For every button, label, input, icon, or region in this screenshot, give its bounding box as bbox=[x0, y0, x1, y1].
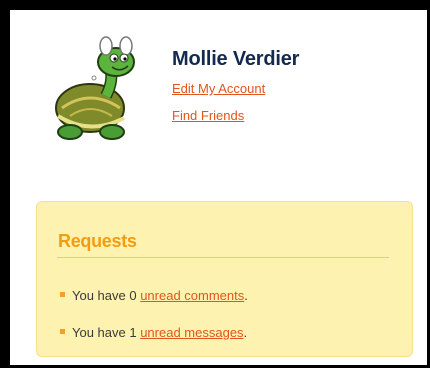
request-item-messages: You have 1 unread messages. bbox=[60, 325, 247, 340]
request-suffix: . bbox=[243, 325, 248, 340]
turtle-avatar-icon bbox=[55, 36, 135, 140]
request-item-comments: You have 0 unread comments. bbox=[60, 288, 248, 303]
unread-messages-link[interactable]: unread messages bbox=[140, 325, 243, 340]
request-suffix: . bbox=[244, 288, 248, 303]
find-friends-link[interactable]: Find Friends bbox=[172, 108, 244, 123]
edit-account-link[interactable]: Edit My Account bbox=[172, 81, 265, 96]
request-text: You have 0 bbox=[72, 288, 141, 303]
request-text: You have 1 bbox=[72, 325, 141, 340]
requests-box: Requests You have 0 unread comments. You… bbox=[36, 201, 413, 357]
profile-section: Mollie Verdier Edit My Account Find Frie… bbox=[10, 10, 427, 160]
bullet-icon bbox=[60, 292, 65, 297]
requests-divider bbox=[57, 257, 389, 258]
bullet-icon bbox=[60, 329, 65, 334]
profile-panel: Mollie Verdier Edit My Account Find Frie… bbox=[10, 10, 427, 365]
unread-comments-link[interactable]: unread comments bbox=[140, 288, 244, 303]
requests-title: Requests bbox=[58, 231, 137, 251]
user-name: Mollie Verdier bbox=[172, 48, 300, 70]
